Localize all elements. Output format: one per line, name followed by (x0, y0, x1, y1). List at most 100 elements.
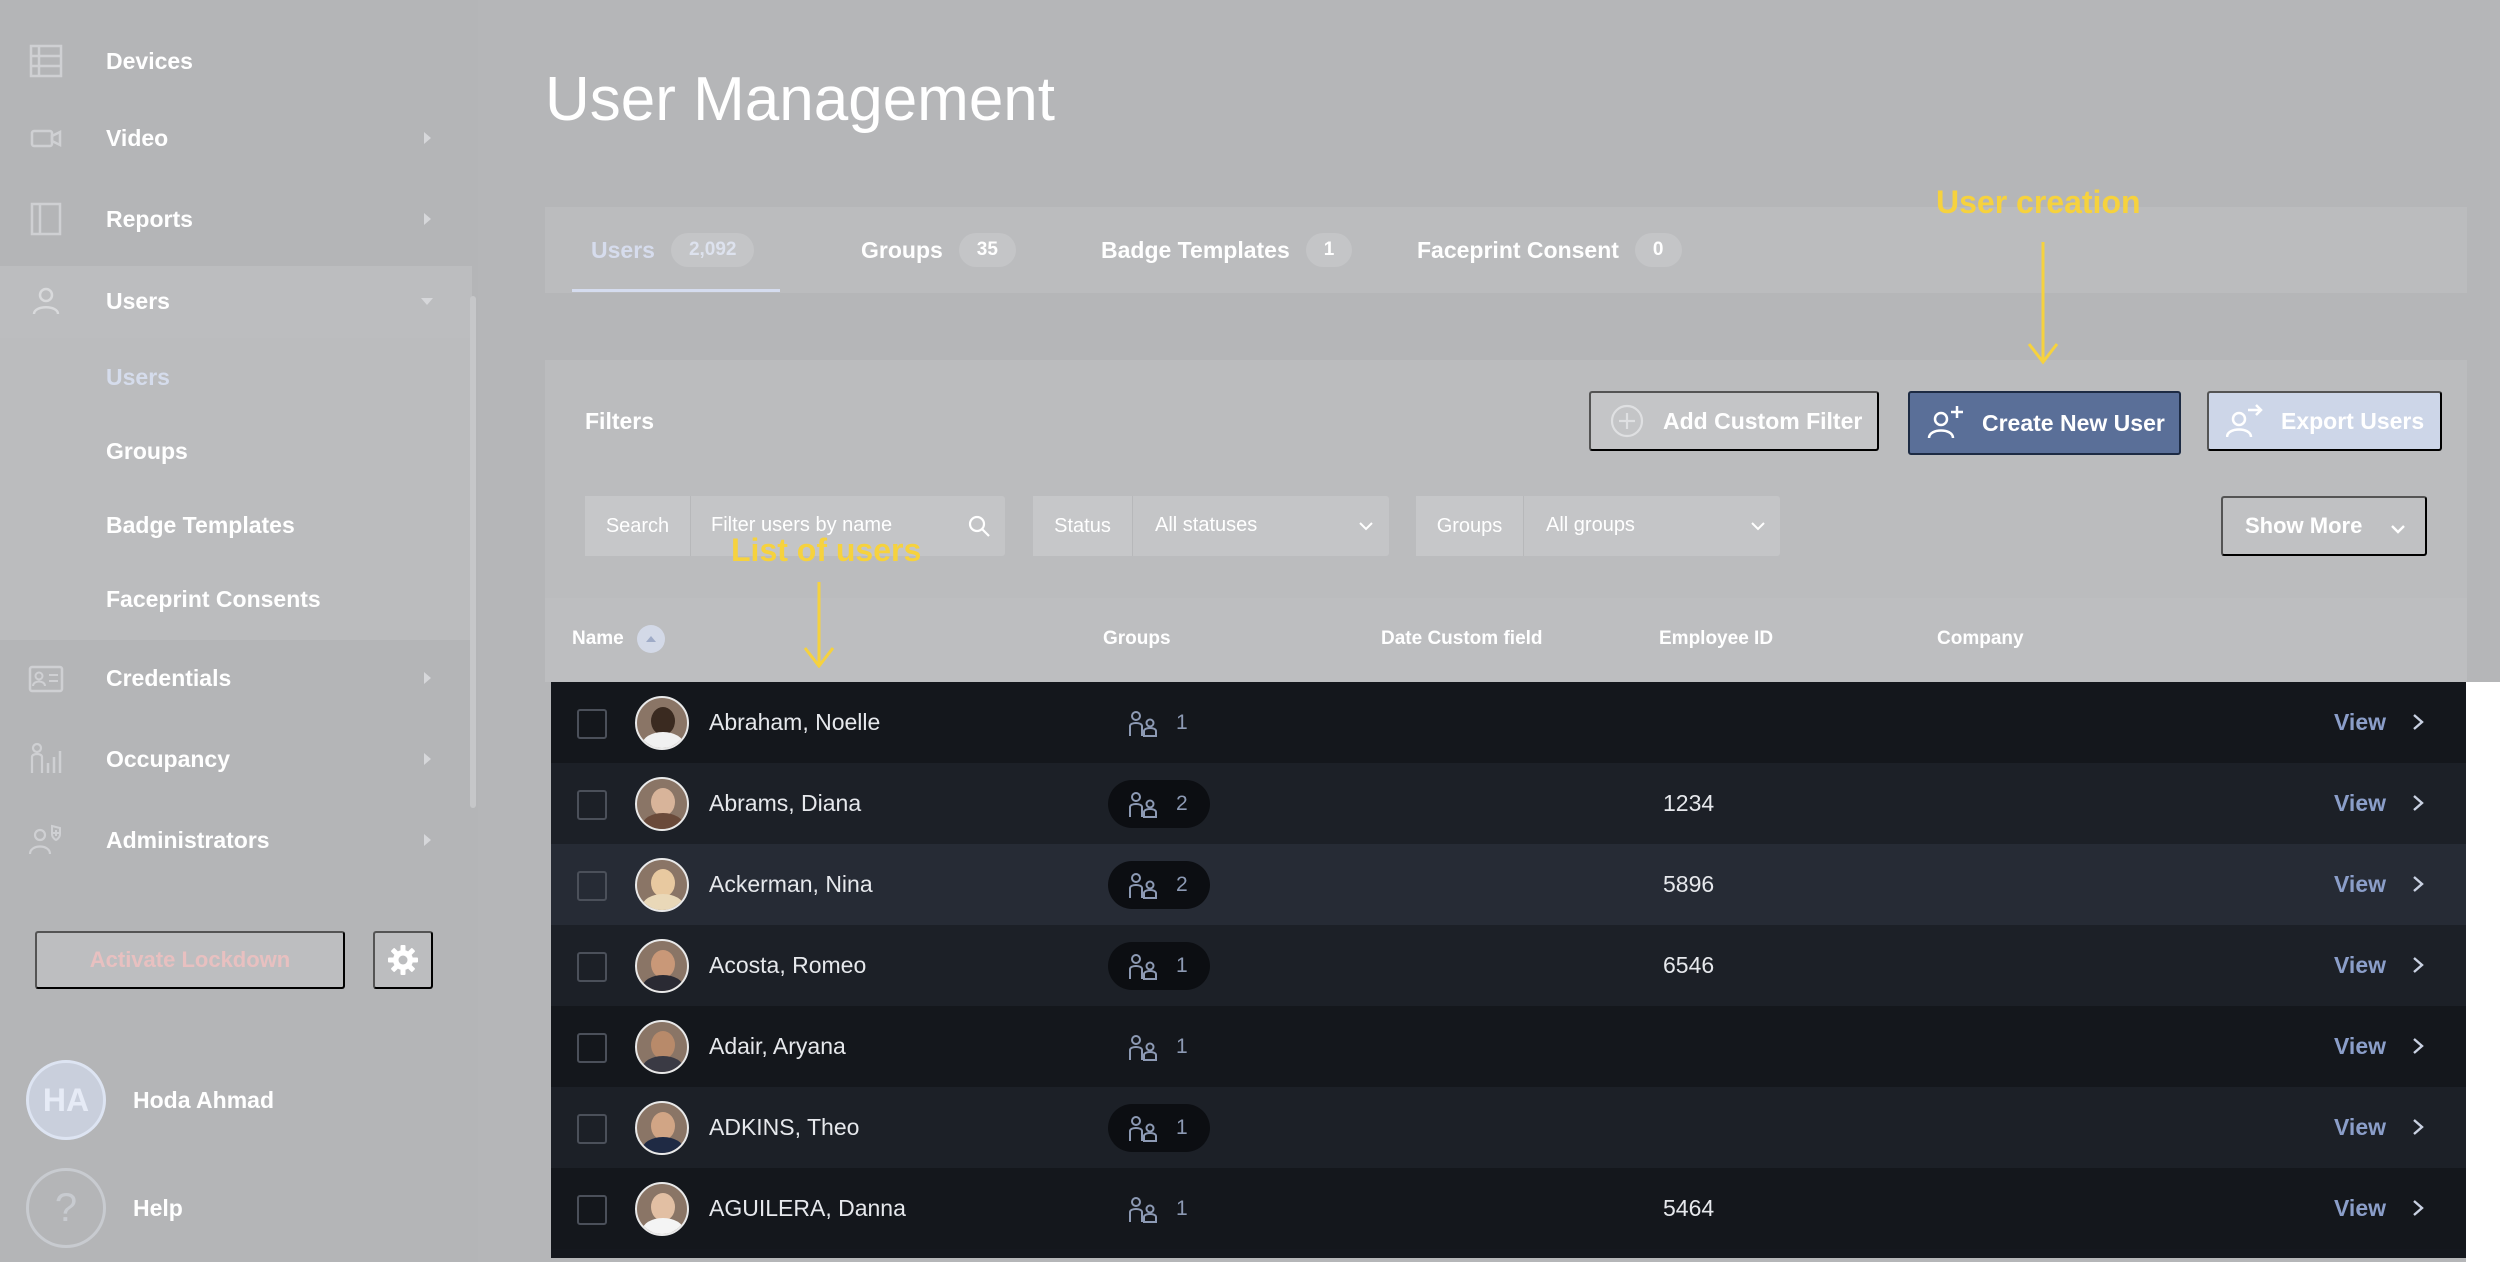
view-link[interactable]: View (2334, 871, 2386, 898)
help-link[interactable]: Help (133, 1195, 183, 1222)
annotation-user-creation: User creation (1936, 184, 2141, 220)
chevron-right-icon[interactable] (2411, 1036, 2425, 1056)
column-header-company[interactable]: Company (1937, 628, 2024, 650)
chevron-right-icon[interactable] (2411, 793, 2425, 813)
status-filter[interactable]: Status All statuses (1033, 496, 1389, 556)
export-user-icon (2225, 401, 2265, 441)
avatar[interactable]: HA (26, 1060, 106, 1140)
employee-id: 6546 (1663, 952, 1715, 978)
groups-count-badge[interactable]: 1 (1108, 1023, 1210, 1071)
tab-groups[interactable]: Groups 35 (861, 207, 1016, 293)
status-select-value[interactable]: All statuses (1155, 514, 1257, 537)
sidebar-item-devices[interactable]: Devices (0, 26, 478, 96)
show-more-button[interactable]: Show More (2221, 496, 2427, 556)
groups-count-badge[interactable]: 1 (1108, 1104, 1210, 1152)
tab-users[interactable]: Users 2,092 (591, 207, 755, 293)
sidebar-item-video[interactable]: Video (0, 103, 478, 173)
column-header-name[interactable]: Name (572, 628, 624, 650)
groups-icon (1129, 1035, 1157, 1061)
search-icon[interactable] (967, 514, 991, 538)
groups-count-badge[interactable]: 2 (1108, 861, 1210, 909)
groups-count: 2 (1176, 873, 1188, 896)
column-header-groups[interactable]: Groups (1103, 628, 1171, 650)
groups-count-badge[interactable]: 1 (1108, 699, 1210, 747)
groups-filter[interactable]: Groups All groups (1416, 496, 1780, 556)
sidebar-item-administrators[interactable]: Administrators (0, 805, 478, 875)
sidebar-item-credentials[interactable]: Credentials (0, 643, 478, 713)
user-name[interactable]: Ackerman, Nina (709, 871, 873, 898)
chevron-right-icon[interactable] (2411, 1117, 2425, 1137)
view-link[interactable]: View (2334, 1114, 2386, 1141)
groups-label: Groups (1416, 496, 1524, 556)
groups-select-value[interactable]: All groups (1546, 514, 1635, 537)
row-checkbox[interactable] (577, 952, 607, 982)
chevron-right-icon[interactable] (2411, 1198, 2425, 1218)
chevron-down-icon (1751, 522, 1765, 531)
user-name[interactable]: AGUILERA, Danna (709, 1195, 906, 1222)
table-row[interactable]: Abraham, Noelle 1 View (551, 682, 2473, 763)
groups-count-badge[interactable]: 1 (1108, 942, 1210, 990)
occupancy-icon (28, 741, 64, 777)
view-link[interactable]: View (2334, 952, 2386, 979)
tab-badge-templates[interactable]: Badge Templates 1 (1101, 207, 1353, 293)
sidebar-item-occupancy[interactable]: Occupancy (0, 724, 478, 794)
column-header-employee-id[interactable]: Employee ID (1659, 628, 1773, 650)
sidebar-item-label: Users (106, 287, 170, 314)
tab-faceprint-consent[interactable]: Faceprint Consent 0 (1417, 207, 1682, 293)
user-name[interactable]: ADKINS, Theo (709, 1114, 859, 1141)
activate-lockdown-button[interactable]: Activate Lockdown (35, 931, 345, 989)
view-link[interactable]: View (2334, 790, 2386, 817)
sort-ascending-icon[interactable] (637, 625, 665, 653)
export-users-button[interactable]: Export Users (2207, 391, 2442, 451)
groups-count: 1 (1176, 1116, 1188, 1139)
chevron-down-icon (421, 298, 433, 305)
row-checkbox[interactable] (577, 871, 607, 901)
sidebar-item-reports[interactable]: Reports (0, 184, 478, 254)
row-checkbox[interactable] (577, 1033, 607, 1063)
user-name[interactable]: Adair, Aryana (709, 1033, 846, 1060)
add-custom-filter-button[interactable]: Add Custom Filter (1589, 391, 1879, 451)
user-name[interactable]: Abraham, Noelle (709, 709, 880, 736)
sidebar-subitem-label: Faceprint Consents (106, 586, 321, 612)
sidebar-subitem-label: Users (106, 364, 170, 390)
view-link[interactable]: View (2334, 1033, 2386, 1060)
user-name[interactable]: Acosta, Romeo (709, 952, 866, 979)
sidebar-item-users[interactable]: Users (0, 266, 478, 336)
groups-count-badge[interactable]: 1 (1108, 1185, 1210, 1233)
current-user-name[interactable]: Hoda Ahmad (133, 1087, 274, 1114)
chevron-right-icon[interactable] (2411, 712, 2425, 732)
settings-button[interactable] (373, 931, 433, 989)
sidebar-subitem-users[interactable]: Users (0, 342, 478, 416)
table-row[interactable]: Acosta, Romeo 1 6546 View (551, 925, 2473, 1006)
chevron-right-icon[interactable] (2411, 955, 2425, 975)
table-row[interactable]: Abrams, Diana 2 1234 View (551, 763, 2473, 844)
chevron-down-icon (1359, 522, 1373, 531)
reports-icon (28, 201, 64, 237)
sidebar-scrollbar[interactable] (470, 296, 476, 808)
table-row[interactable]: ADKINS, Theo 1 View (551, 1087, 2473, 1168)
view-link[interactable]: View (2334, 709, 2386, 736)
groups-icon (1129, 1116, 1157, 1142)
sidebar-item-label: Administrators (106, 826, 270, 853)
user-name[interactable]: Abrams, Diana (709, 790, 861, 817)
table-row[interactable]: Ackerman, Nina 2 5896 View (551, 844, 2473, 925)
sidebar-subitem-groups[interactable]: Groups (0, 416, 478, 490)
row-checkbox[interactable] (577, 709, 607, 739)
chevron-right-icon[interactable] (2411, 874, 2425, 894)
sidebar-item-label: Video (106, 124, 169, 151)
row-checkbox[interactable] (577, 1114, 607, 1144)
view-link[interactable]: View (2334, 1195, 2386, 1222)
row-checkbox[interactable] (577, 1195, 607, 1225)
button-label: Export Users (2281, 407, 2425, 434)
table-row[interactable]: AGUILERA, Danna 1 5464 View (551, 1168, 2473, 1249)
button-label: Show More (2245, 513, 2363, 538)
filters-title: Filters (585, 408, 655, 434)
row-checkbox[interactable] (577, 790, 607, 820)
sidebar-subitem-badge-templates[interactable]: Badge Templates (0, 490, 478, 564)
sidebar-subitem-faceprint-consents[interactable]: Faceprint Consents (0, 564, 478, 638)
help-icon[interactable]: ? (26, 1168, 106, 1248)
groups-count-badge[interactable]: 2 (1108, 780, 1210, 828)
create-new-user-button[interactable]: Create New User (1908, 391, 2181, 455)
column-header-date-custom-field[interactable]: Date Custom field (1381, 628, 1543, 650)
table-row[interactable]: Adair, Aryana 1 View (551, 1006, 2473, 1087)
